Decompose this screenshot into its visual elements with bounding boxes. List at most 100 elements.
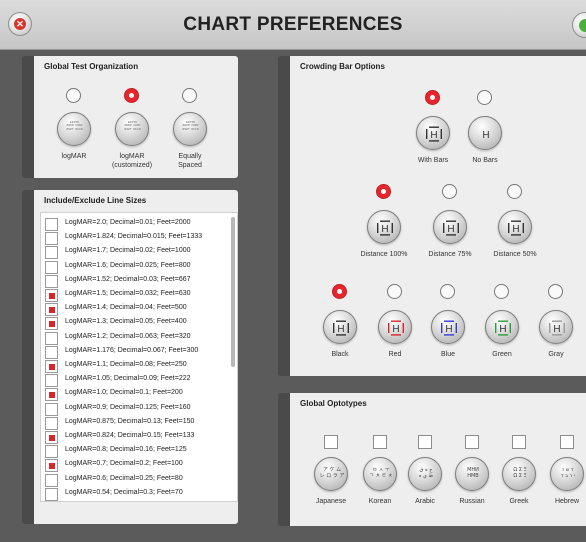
list-item: LogMAR=1.824; Decimal=0.015; Feet=1333 xyxy=(43,231,233,246)
crowding-green-icon[interactable]: H xyxy=(485,310,519,344)
radio-distance-100[interactable] xyxy=(376,184,391,199)
confirm-icon xyxy=(579,19,586,32)
line-size-checkbox[interactable] xyxy=(45,218,58,231)
line-size-checkbox[interactable] xyxy=(45,473,58,487)
include-exclude-line-sizes-panel: Include/Exclude Line Sizes LogMAR=2.0; D… xyxy=(22,190,238,524)
svg-text:H: H xyxy=(553,324,560,335)
line-size-checkbox[interactable] xyxy=(45,260,58,274)
radio-distance-75[interactable] xyxy=(442,184,457,199)
optotype-arabic-icon[interactable]: ج ه ق ظ ي ه xyxy=(408,457,442,491)
svg-text:H: H xyxy=(430,130,437,141)
line-size-checkbox[interactable] xyxy=(45,232,58,246)
scrollbar[interactable] xyxy=(231,217,235,367)
line-size-checkbox[interactable] xyxy=(45,289,58,302)
line-size-label: LogMAR=1.52; Decimal=0.03; Feet=667 xyxy=(65,275,191,283)
chart-layout-equally-spaced-icon[interactable]: EFPTO ZHDN CKRV OSZT DFCN xyxy=(173,112,207,146)
crowding-distance-100-icon[interactable]: H xyxy=(367,210,401,244)
radio-logmar-customized[interactable] xyxy=(124,88,139,103)
radio-equally-spaced[interactable] xyxy=(182,88,197,103)
option-label: No Bars xyxy=(472,157,498,164)
crowding-red-icon[interactable]: H xyxy=(378,310,412,344)
line-size-label: LogMAR=1.5; Decimal=0.032; Feet=630 xyxy=(65,290,191,297)
line-size-checkbox[interactable] xyxy=(45,374,58,388)
list-item: LogMAR=0.6; Decimal=0.25; Feet=80 xyxy=(43,473,233,488)
line-size-checkbox[interactable] xyxy=(45,487,58,501)
optotype-checkbox-korean[interactable] xyxy=(373,435,387,449)
line-size-checkbox[interactable] xyxy=(45,445,58,459)
svg-text:H: H xyxy=(337,324,344,335)
crowding-blue-icon[interactable]: H xyxy=(431,310,465,344)
line-size-label: LogMAR=1.1; Decimal=0.08; Feet=250 xyxy=(65,361,187,368)
optotype-checkbox-japanese[interactable] xyxy=(324,435,338,449)
radio-with-bars[interactable] xyxy=(425,90,440,105)
svg-text:H: H xyxy=(392,324,399,335)
radio-gray[interactable] xyxy=(548,284,563,299)
line-size-checkbox[interactable] xyxy=(45,303,58,317)
line-size-label: LogMAR=0.8; Decimal=0.16; Feet=125 xyxy=(65,446,187,454)
title-bar: ✕ CHART PREFERENCES xyxy=(0,0,586,50)
window-title: CHART PREFERENCES xyxy=(183,14,403,35)
chart-grid-icon: EFPTO ZHDN CKRV OSZT DFCN xyxy=(124,121,141,131)
svg-text:H: H xyxy=(482,130,489,141)
optotype-checkbox-hebrew[interactable] xyxy=(560,435,574,449)
optotype-checkbox-greek[interactable] xyxy=(512,435,526,449)
line-size-label: LogMAR=0.7; Decimal=0.2; Feet=100 xyxy=(65,460,183,468)
optotype-hebrew-icon[interactable]: ד ש ז י ר ב ד xyxy=(550,457,584,491)
line-size-checkbox[interactable] xyxy=(45,360,58,373)
chart-grid-icon: EFPTO ZHDN CKRV OSZT DFCN xyxy=(182,121,199,131)
radio-red[interactable] xyxy=(387,284,402,299)
crowding-distance-75-icon[interactable]: H xyxy=(433,210,467,244)
panel-title: Global Optotypes xyxy=(300,399,367,408)
line-size-checkbox[interactable] xyxy=(45,416,58,430)
option-label: Distance 50% xyxy=(493,251,537,258)
panel-title: Crowding Bar Options xyxy=(300,62,385,71)
line-size-label: LogMAR=2.0; Decimal=0.01; Feet=2000 xyxy=(65,219,191,226)
optotype-greek-icon[interactable]: Ω Σ Ξ Ω Σ Ξ xyxy=(502,457,536,491)
option-label: logMAR (customized) xyxy=(111,153,153,169)
line-size-label: LogMAR=1.4; Decimal=0.04; Feet=500 xyxy=(65,304,187,312)
line-size-checkbox[interactable] xyxy=(45,317,58,331)
radio-distance-50[interactable] xyxy=(507,184,522,199)
line-size-checkbox[interactable] xyxy=(45,246,58,260)
optotype-japanese-icon[interactable]: ア ケ ム レ ロ ラ ア xyxy=(314,457,348,491)
crowding-gray-icon[interactable]: H xyxy=(539,310,573,344)
optotype-checkbox-arabic[interactable] xyxy=(418,435,432,449)
chart-layout-logmar-icon[interactable]: EFPTO ZHDN CKRV OSZT DFCN xyxy=(57,112,91,146)
line-size-checkbox[interactable] xyxy=(45,459,58,473)
svg-text:H: H xyxy=(445,324,452,335)
list-item: LogMAR=1.3; Decimal=0.05; Feet=400 xyxy=(43,316,233,331)
line-size-label: LogMAR=1.2; Decimal=0.063; Feet=320 xyxy=(65,332,191,340)
line-size-checkbox[interactable] xyxy=(45,388,58,402)
crowding-with-bars-icon[interactable]: H xyxy=(416,116,450,150)
line-size-checkbox[interactable] xyxy=(45,331,58,345)
list-item: LogMAR=1.4; Decimal=0.04; Feet=500 xyxy=(43,302,233,317)
radio-black[interactable] xyxy=(332,284,347,299)
svg-text:H: H xyxy=(512,224,519,235)
line-size-checkbox[interactable] xyxy=(45,274,58,288)
chart-layout-logmar-customized-icon[interactable]: EFPTO ZHDN CKRV OSZT DFCN xyxy=(115,112,149,146)
line-size-label: LogMAR=1.824; Decimal=0.015; Feet=1333 xyxy=(65,233,203,241)
optotype-glyphs: ج ه ق ظ ي ه xyxy=(418,467,434,479)
list-item: LogMAR=1.7; Decimal=0.02; Feet=1000 xyxy=(43,245,233,260)
line-size-label: LogMAR=0.824; Decimal=0.15; Feet=133 xyxy=(65,432,195,439)
radio-blue[interactable] xyxy=(440,284,455,299)
line-size-checkbox[interactable] xyxy=(45,402,58,416)
line-size-checkbox[interactable] xyxy=(45,431,58,444)
optotype-korean-icon[interactable]: ㅂ ㅅ ㅜ ㄱ ㅊ ㅌ ㅊ xyxy=(363,457,397,491)
crowding-distance-50-icon[interactable]: H xyxy=(498,210,532,244)
radio-logmar[interactable] xyxy=(66,88,81,103)
line-size-checkbox[interactable] xyxy=(45,345,58,359)
crowding-no-bars-icon[interactable]: H xyxy=(468,116,502,150)
radio-no-bars[interactable] xyxy=(477,90,492,105)
global-test-organization-panel: Global Test Organization EFPTO ZHDN CKRV… xyxy=(22,56,238,178)
crowding-black-icon[interactable]: H xyxy=(323,310,357,344)
list-item: LogMAR=0.824; Decimal=0.15; Feet=133 xyxy=(43,430,233,445)
line-size-label: LogMAR=1.6; Decimal=0.025; Feet=800 xyxy=(65,261,191,269)
optotype-russian-icon[interactable]: МНИ НМВ xyxy=(455,457,489,491)
line-size-label: LogMAR=0.875; Decimal=0.13; Feet=150 xyxy=(65,417,195,425)
list-item: LogMAR=1.176; Decimal=0.067; Feet=300 xyxy=(43,345,233,360)
radio-green[interactable] xyxy=(494,284,509,299)
line-size-list[interactable]: LogMAR=2.0; Decimal=0.01; Feet=2000 LogMA… xyxy=(40,212,238,502)
optotype-checkbox-russian[interactable] xyxy=(465,435,479,449)
svg-text:H: H xyxy=(499,324,506,335)
